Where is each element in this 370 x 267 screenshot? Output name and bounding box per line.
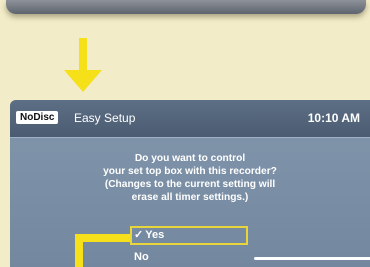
option-yes[interactable]: ✓ Yes	[130, 226, 248, 245]
header-divider	[10, 137, 370, 138]
clock-display: 10:10 AM	[307, 111, 360, 125]
option-yes-label: Yes	[145, 229, 165, 241]
down-arrow-head-icon	[64, 70, 102, 92]
question-line: Do you want to control	[134, 153, 246, 164]
down-arrow-icon	[79, 38, 87, 72]
top-screen-edge	[6, 0, 366, 14]
easy-setup-screen: NoDisc Easy Setup 10:10 AM Do you want t…	[10, 100, 370, 267]
question-line: your set top box with this recorder?	[103, 166, 277, 177]
screen-title: Easy Setup	[74, 111, 136, 125]
callout-bracket-horizontal	[75, 234, 130, 242]
question-line: (Changes to the current setting will	[104, 179, 276, 190]
option-no[interactable]: No	[134, 251, 149, 263]
option-no-label: No	[134, 251, 149, 263]
question-line: erase all timer settings.)	[131, 192, 249, 203]
disc-status-badge: NoDisc	[16, 111, 59, 124]
scroll-indicator-line	[254, 257, 370, 260]
setup-question: Do you want to control your set top box …	[70, 152, 310, 204]
screen-header: NoDisc Easy Setup 10:10 AM	[10, 100, 370, 137]
checkmark-icon: ✓	[134, 229, 144, 241]
